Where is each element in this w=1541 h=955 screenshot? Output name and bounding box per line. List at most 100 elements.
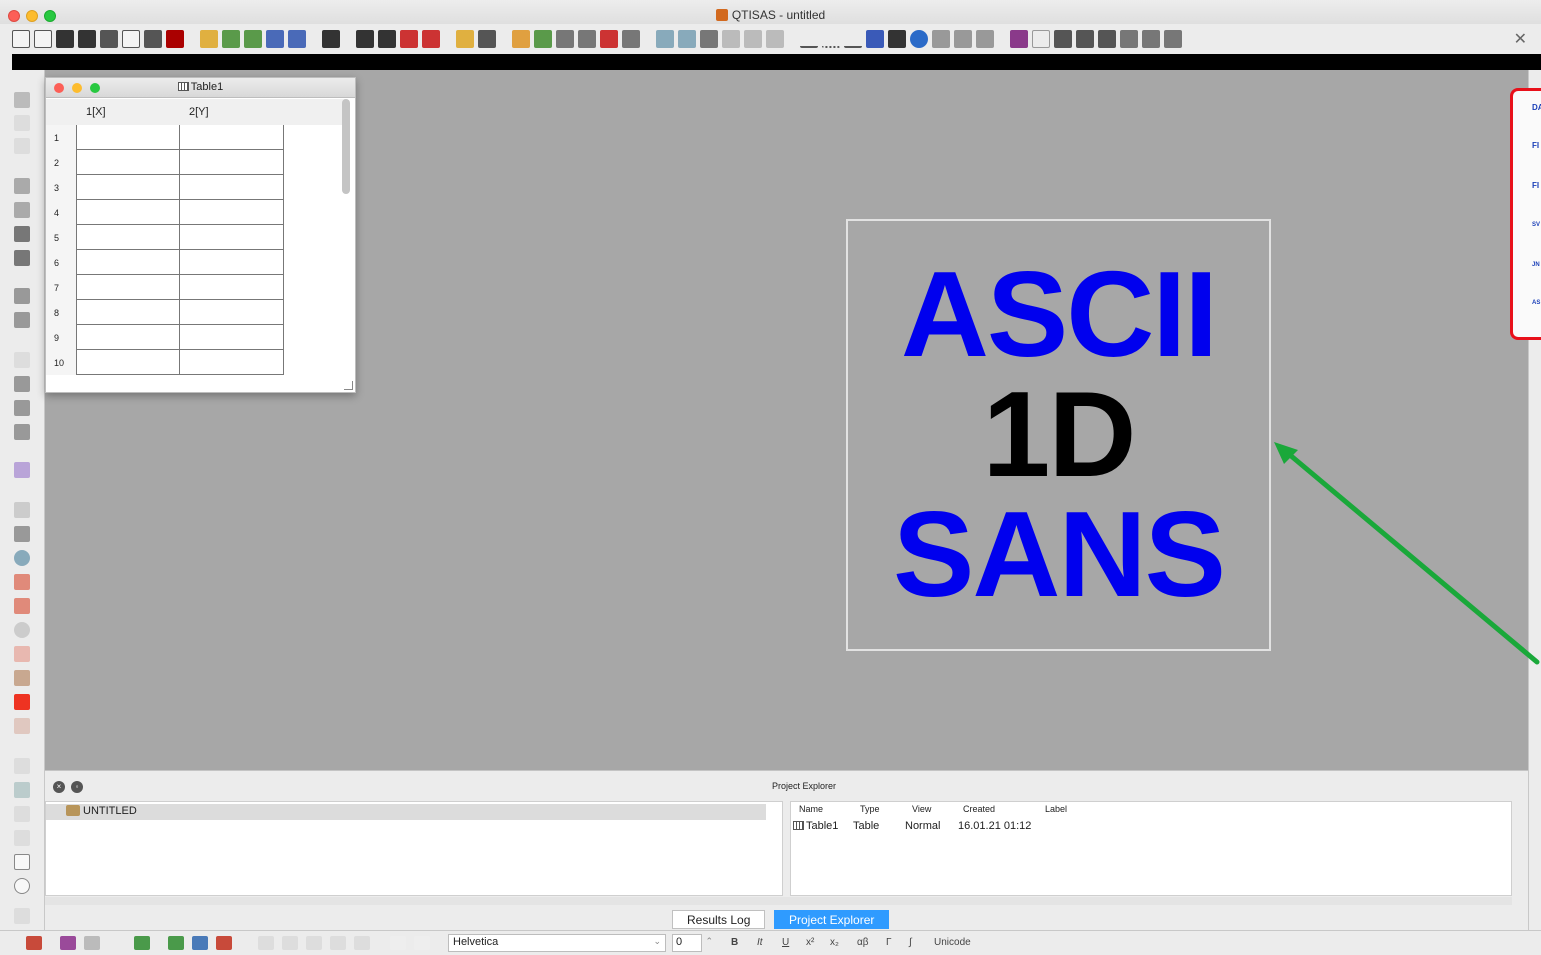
cell-x[interactable]	[76, 125, 180, 150]
row-number[interactable]: 7	[46, 275, 76, 300]
new-pdf-icon[interactable]	[166, 30, 184, 48]
column-header-x[interactable]: 1[X]	[86, 106, 106, 118]
new-3d-plot-icon[interactable]	[144, 30, 162, 48]
decrease-precision-icon[interactable]	[414, 936, 430, 950]
magnify-icon[interactable]	[744, 30, 762, 48]
unicode-button[interactable]: Unicode	[934, 937, 971, 948]
cell-y[interactable]	[180, 225, 284, 250]
draw-arrow-icon[interactable]	[14, 806, 30, 822]
cut-icon[interactable]	[556, 30, 574, 48]
cell-x[interactable]	[76, 300, 180, 325]
table-scrollbar[interactable]	[342, 99, 350, 194]
cell-x[interactable]	[76, 200, 180, 225]
col-header-name[interactable]: Name	[799, 804, 823, 814]
table-plot-icon[interactable]	[134, 936, 150, 950]
line-plot-icon[interactable]	[800, 30, 818, 48]
tab-project-explorer[interactable]: Project Explorer	[774, 910, 890, 929]
sum-icon[interactable]	[1032, 30, 1050, 48]
integral-button[interactable]: ∫	[909, 937, 912, 948]
export-image-icon[interactable]	[422, 30, 440, 48]
save-as-icon[interactable]	[288, 30, 306, 48]
row-number[interactable]: 10	[46, 350, 76, 375]
table-window[interactable]: Table1 1[X] 2[Y] 1 2 3 4 5 6 7 8 9 10	[45, 77, 356, 393]
font-size-stepper[interactable]: 0 ⌃	[672, 934, 713, 952]
dock-scrollbar[interactable]	[45, 897, 1512, 905]
contour-plot-icon[interactable]	[976, 30, 994, 48]
bold-button[interactable]: B	[731, 937, 738, 948]
draw-ellipse-icon[interactable]	[14, 878, 30, 894]
open-project-icon[interactable]	[200, 30, 218, 48]
draw-line-icon[interactable]	[14, 830, 30, 846]
arrange-layers-icon[interactable]	[14, 178, 30, 194]
new-function-icon[interactable]	[122, 30, 140, 48]
tree-root-folder[interactable]: UNTITLED	[46, 804, 766, 820]
cell-x[interactable]	[76, 175, 180, 200]
area-plot-icon[interactable]	[888, 30, 906, 48]
add-timestamp-icon[interactable]	[14, 462, 30, 478]
row-number[interactable]: 3	[46, 175, 76, 200]
histogram-small-icon[interactable]	[216, 936, 232, 950]
delete-icon[interactable]	[622, 30, 640, 48]
col-header-type[interactable]: Type	[860, 804, 880, 814]
cell-y[interactable]	[180, 250, 284, 275]
results-log-icon[interactable]	[478, 30, 496, 48]
draw-rectangle-icon[interactable]	[14, 854, 30, 870]
expand-toolbar-icon[interactable]	[14, 908, 30, 924]
undo-icon[interactable]	[512, 30, 530, 48]
font-family-select[interactable]: Helvetica ⌄	[448, 934, 666, 952]
dock-close-button[interactable]: ×	[53, 781, 65, 793]
new-project-icon[interactable]	[12, 30, 30, 48]
add-error-bars-icon[interactable]	[14, 352, 30, 368]
auto-scale-icon[interactable]	[14, 202, 30, 218]
right-panel-item-fi-2[interactable]: FI	[1532, 181, 1539, 190]
3d-bars-icon[interactable]	[60, 936, 76, 950]
project-item-list[interactable]: Name Type View Created Label Table1 Tabl…	[790, 801, 1512, 896]
table-window-titlebar[interactable]: Table1	[46, 78, 355, 98]
histogram-icon[interactable]	[1054, 30, 1072, 48]
superscript-button[interactable]: x²	[806, 937, 814, 948]
row-stats-icon[interactable]	[192, 936, 208, 950]
translate-tool-icon[interactable]	[14, 718, 30, 734]
add-fx-icon[interactable]	[14, 400, 30, 416]
right-panel-item-fi-1[interactable]: FI	[1532, 141, 1539, 150]
fit-icon[interactable]	[1164, 30, 1182, 48]
project-explorer-icon[interactable]	[456, 30, 474, 48]
cell-x[interactable]	[76, 250, 180, 275]
paste-icon[interactable]	[600, 30, 618, 48]
move-points-icon[interactable]	[14, 646, 30, 662]
row-number[interactable]: 2	[46, 150, 76, 175]
layer-geometry-icon[interactable]	[14, 250, 30, 266]
cell-y[interactable]	[180, 150, 284, 175]
print-icon[interactable]	[356, 30, 374, 48]
col-header-view[interactable]: View	[912, 804, 931, 814]
add-layer-right-icon[interactable]	[14, 138, 30, 154]
cell-x[interactable]	[76, 275, 180, 300]
new-note-icon[interactable]	[78, 30, 96, 48]
cell-y[interactable]	[180, 350, 284, 375]
right-panel-item-sv[interactable]: SV	[1532, 222, 1540, 228]
right-panel-item-jn[interactable]: JN	[1532, 262, 1540, 268]
select-data-range-icon[interactable]	[14, 526, 30, 542]
rescale-icon[interactable]	[722, 30, 740, 48]
screen-reader-icon[interactable]	[14, 574, 30, 590]
cell-x[interactable]	[76, 150, 180, 175]
grid-layout-icon[interactable]	[14, 226, 30, 242]
cell-y[interactable]	[180, 325, 284, 350]
row-number[interactable]: 8	[46, 300, 76, 325]
new-table-icon[interactable]	[34, 30, 52, 48]
col-header-created[interactable]: Created	[963, 804, 995, 814]
greek-button[interactable]: αβ	[857, 937, 869, 948]
right-panel-item-as[interactable]: AS	[1532, 300, 1540, 306]
resize-handle[interactable]	[344, 381, 353, 390]
search-icon[interactable]	[766, 30, 784, 48]
graph-color-icon[interactable]	[26, 936, 42, 950]
row-number[interactable]: 1	[46, 125, 76, 150]
set-values-icon[interactable]	[258, 936, 274, 950]
recent-projects-icon[interactable]	[244, 30, 262, 48]
find-icon[interactable]	[700, 30, 718, 48]
italic-button[interactable]: It	[757, 937, 763, 948]
underline-button[interactable]: U	[782, 937, 789, 948]
row-number[interactable]: 4	[46, 200, 76, 225]
scatter-plot-icon[interactable]	[822, 30, 840, 48]
new-matrix-icon[interactable]	[56, 30, 74, 48]
